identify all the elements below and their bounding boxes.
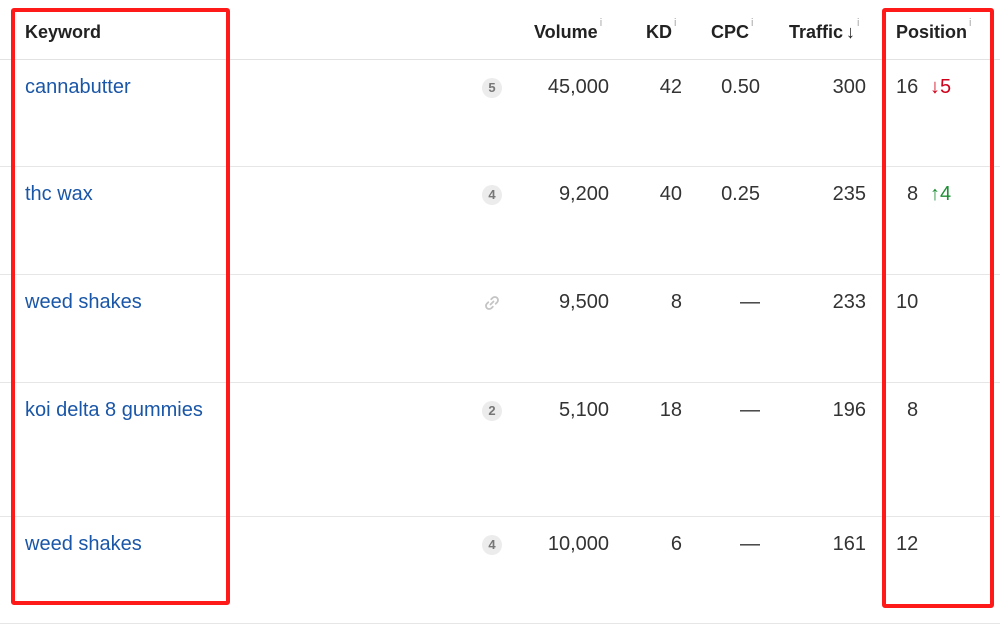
- info-icon[interactable]: i: [751, 17, 753, 29]
- cpc-value: 0.25: [721, 183, 760, 205]
- volume-value: 9,200: [558, 183, 609, 205]
- position-change-up: ↑4: [930, 183, 952, 205]
- keyword-link[interactable]: weed shakes: [25, 533, 142, 556]
- info-icon[interactable]: i: [969, 17, 971, 29]
- volume-value: 45,000: [547, 76, 609, 98]
- table-header: Keyword Volume i KD i CPC i Traffic ↓ i Posit…: [0, 0, 1000, 60]
- table-row: thc wax 4 9,200 40 0.25 235 8 ↑4: [0, 167, 1000, 275]
- table-row: weed shakes 4 10,000 6 — 161 12: [0, 517, 1000, 624]
- cpc-column-header[interactable]: CPC i: [711, 17, 753, 43]
- keyword-link[interactable]: cannabutter: [25, 76, 131, 99]
- serp-features-count-badge[interactable]: 2: [482, 401, 502, 421]
- position-change-down: ↓5: [930, 76, 952, 98]
- traffic-value: 235: [832, 183, 866, 205]
- info-icon[interactable]: i: [600, 17, 602, 29]
- volume-column-header[interactable]: Volume i: [534, 17, 602, 43]
- serp-features-count-badge[interactable]: 4: [482, 185, 502, 205]
- kd-value: 18: [659, 399, 682, 421]
- position-value: 8: [907, 183, 919, 205]
- keyword-column-header[interactable]: Keyword: [25, 22, 101, 43]
- position-value: 16: [896, 76, 919, 98]
- keyword-link[interactable]: weed shakes: [25, 291, 142, 314]
- table-row: cannabutter 5 45,000 42 0.50 300 16 ↓5: [0, 60, 1000, 167]
- cpc-value: —: [740, 399, 760, 421]
- info-icon[interactable]: i: [857, 17, 859, 29]
- traffic-value: 161: [832, 533, 866, 555]
- traffic-value: 196: [832, 399, 866, 421]
- volume-value: 10,000: [547, 533, 609, 555]
- position-column-header[interactable]: Position i: [896, 17, 971, 43]
- volume-value: 9,500: [558, 291, 609, 313]
- kd-value: 42: [659, 76, 682, 98]
- keyword-link[interactable]: thc wax: [25, 183, 93, 206]
- table-row: weed shakes 9,500 8 — 233 10: [0, 275, 1000, 383]
- sort-descending-icon[interactable]: ↓: [846, 22, 855, 42]
- traffic-value: 300: [832, 76, 866, 98]
- kd-value: 40: [659, 183, 682, 205]
- traffic-column-header[interactable]: Traffic ↓ i: [789, 17, 859, 43]
- cpc-value: 0.50: [721, 76, 760, 98]
- kd-column-header[interactable]: KD i: [646, 17, 676, 43]
- position-value: 12: [896, 533, 919, 555]
- position-value: 10: [896, 291, 919, 313]
- info-icon[interactable]: i: [674, 17, 676, 29]
- cpc-value: —: [740, 533, 760, 555]
- cpc-value: —: [740, 291, 760, 313]
- kd-value: 8: [670, 291, 682, 313]
- keyword-link[interactable]: koi delta 8 gummies: [25, 399, 203, 422]
- traffic-value: 233: [832, 291, 866, 313]
- serp-features-count-badge[interactable]: 5: [482, 78, 502, 98]
- table-row: koi delta 8 gummies 2 5,100 18 — 196 8: [0, 383, 1000, 517]
- link-icon[interactable]: [482, 293, 502, 313]
- serp-features-count-badge[interactable]: 4: [482, 535, 502, 555]
- kd-value: 6: [670, 533, 682, 555]
- position-value: 8: [907, 399, 919, 421]
- volume-value: 5,100: [558, 399, 609, 421]
